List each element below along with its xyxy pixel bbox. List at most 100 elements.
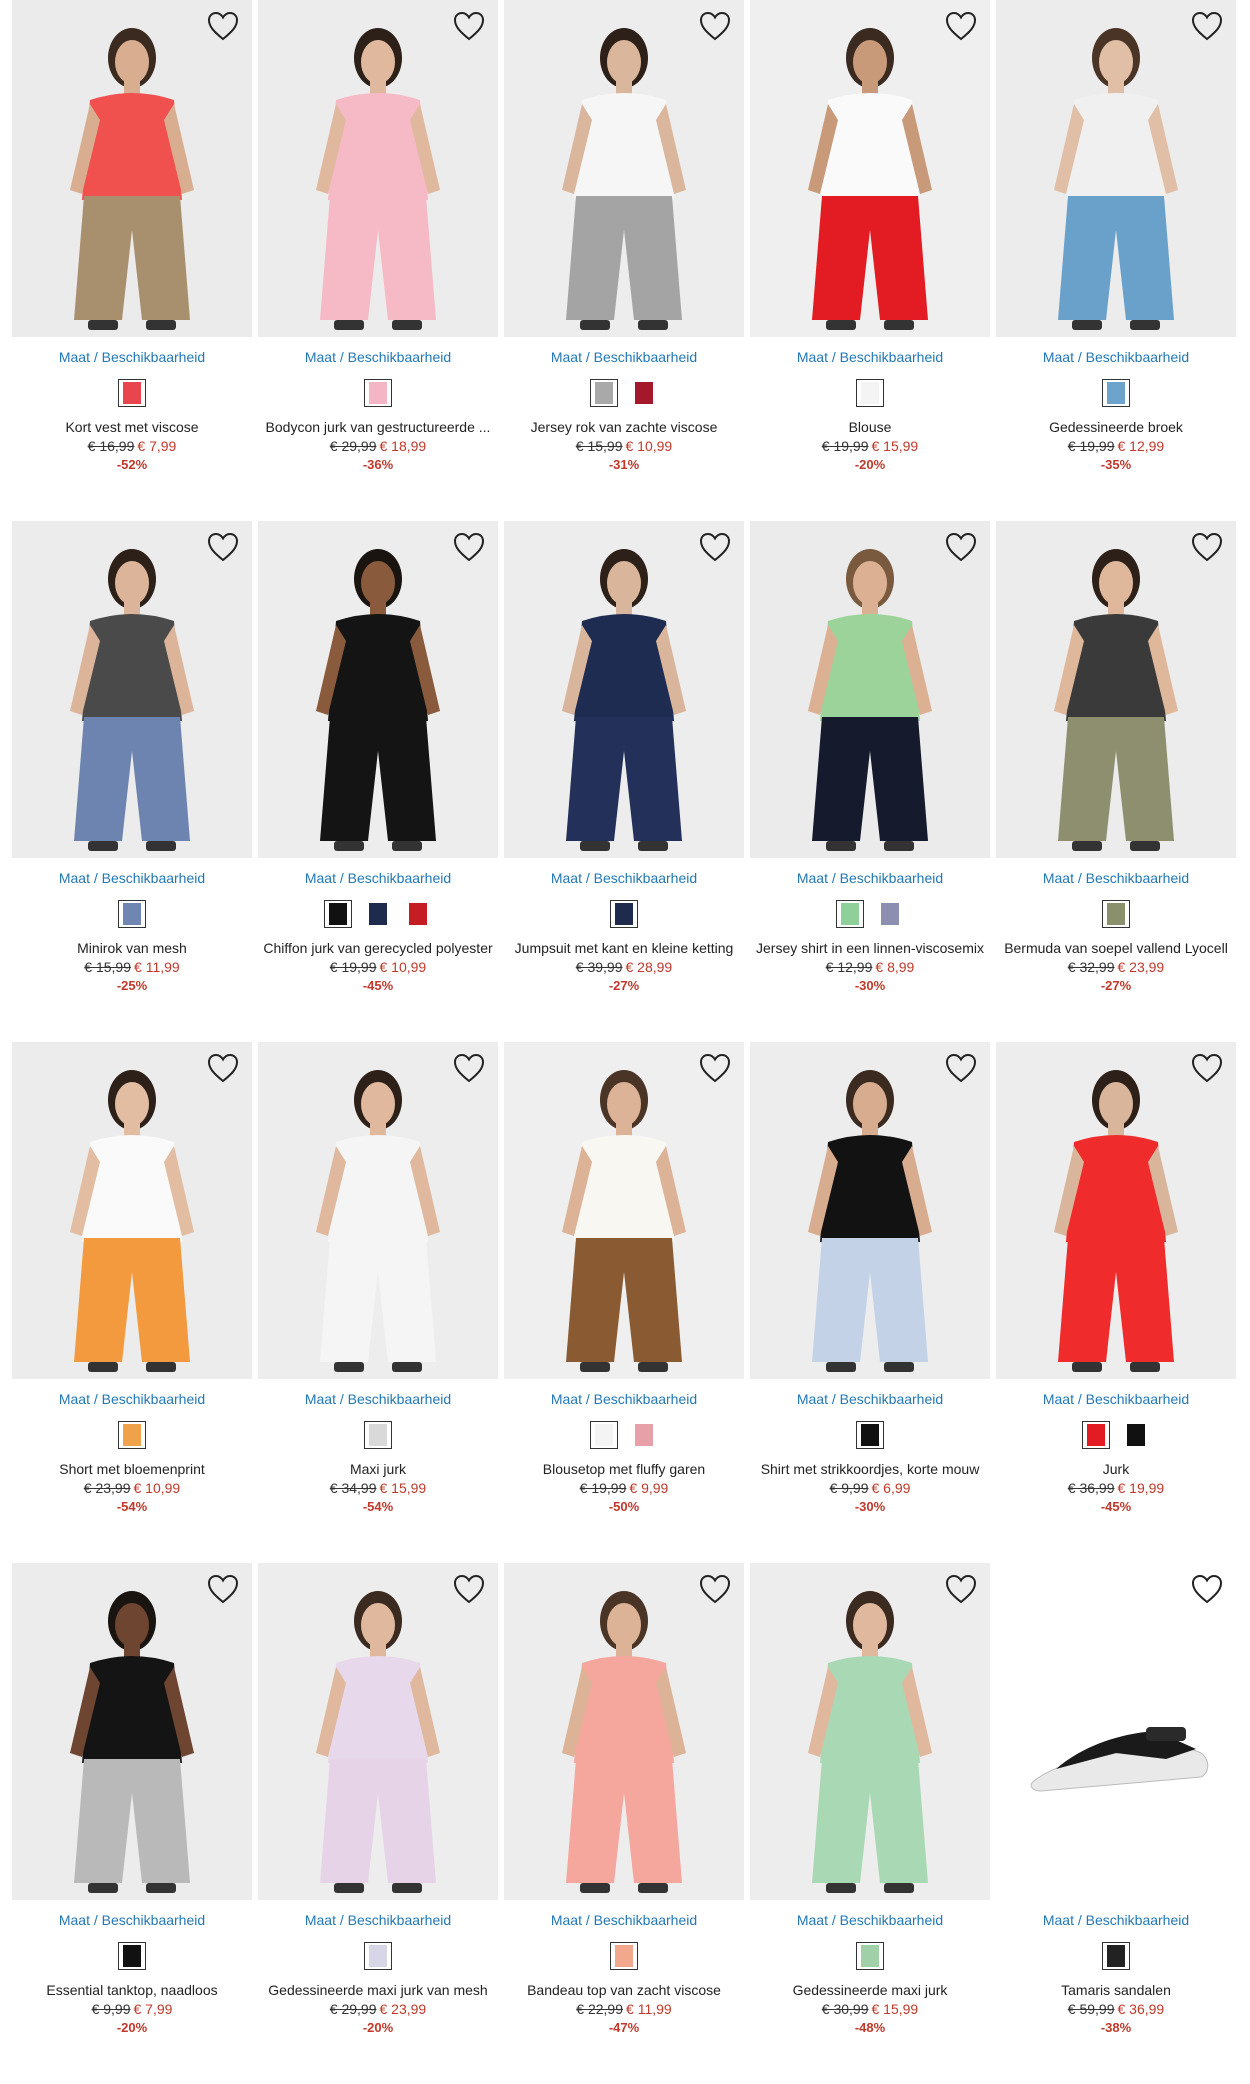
color-swatch[interactable] — [404, 900, 432, 928]
favorite-heart-icon[interactable] — [698, 531, 732, 563]
size-availability-link[interactable]: Maat / Beschikbaarheid — [750, 870, 990, 886]
product-name[interactable]: Blouse — [750, 419, 990, 435]
size-availability-link[interactable]: Maat / Beschikbaarheid — [258, 1912, 498, 1928]
product-name[interactable]: Gedessineerde broek — [996, 419, 1236, 435]
color-swatch[interactable] — [610, 1942, 638, 1970]
favorite-heart-icon[interactable] — [1190, 10, 1224, 42]
color-swatch[interactable] — [364, 1942, 392, 1970]
color-swatch[interactable] — [118, 1942, 146, 1970]
product-card-13[interactable]: Maat / Beschikbaarheid Blousetop met flu… — [504, 1042, 744, 1563]
favorite-heart-icon[interactable] — [452, 1573, 486, 1605]
product-name[interactable]: Bandeau top van zacht viscose — [504, 1982, 744, 1998]
product-image[interactable] — [750, 521, 990, 858]
favorite-heart-icon[interactable] — [206, 531, 240, 563]
size-availability-link[interactable]: Maat / Beschikbaarheid — [504, 870, 744, 886]
favorite-heart-icon[interactable] — [944, 1573, 978, 1605]
product-card-15[interactable]: Maat / Beschikbaarheid Jurk € 36,99 € 19,… — [996, 1042, 1236, 1563]
product-image[interactable] — [504, 1042, 744, 1379]
product-name[interactable]: Blousetop met fluffy garen — [504, 1461, 744, 1477]
color-swatch[interactable] — [364, 379, 392, 407]
color-swatch[interactable] — [856, 1421, 884, 1449]
product-image[interactable] — [258, 0, 498, 337]
color-swatch[interactable] — [876, 900, 904, 928]
size-availability-link[interactable]: Maat / Beschikbaarheid — [750, 1912, 990, 1928]
size-availability-link[interactable]: Maat / Beschikbaarheid — [12, 1912, 252, 1928]
size-availability-link[interactable]: Maat / Beschikbaarheid — [996, 349, 1236, 365]
favorite-heart-icon[interactable] — [1190, 531, 1224, 563]
color-swatch[interactable] — [1102, 1942, 1130, 1970]
product-image[interactable] — [12, 1042, 252, 1379]
color-swatch[interactable] — [118, 1421, 146, 1449]
size-availability-link[interactable]: Maat / Beschikbaarheid — [996, 870, 1236, 886]
product-name[interactable]: Tamaris sandalen — [996, 1982, 1236, 1998]
size-availability-link[interactable]: Maat / Beschikbaarheid — [258, 870, 498, 886]
product-card-11[interactable]: Maat / Beschikbaarheid Short met bloemen… — [12, 1042, 252, 1563]
product-card-10[interactable]: Maat / Beschikbaarheid Bermuda van soepe… — [996, 521, 1236, 1042]
favorite-heart-icon[interactable] — [206, 1573, 240, 1605]
color-swatch[interactable] — [630, 1421, 658, 1449]
product-card-5[interactable]: Maat / Beschikbaarheid Gedessineerde bro… — [996, 0, 1236, 521]
favorite-heart-icon[interactable] — [452, 1052, 486, 1084]
product-image[interactable] — [750, 1042, 990, 1379]
size-availability-link[interactable]: Maat / Beschikbaarheid — [258, 349, 498, 365]
product-card-16[interactable]: Maat / Beschikbaarheid Essential tanktop… — [12, 1563, 252, 2084]
product-name[interactable]: Bermuda van soepel vallend Lyocell — [996, 940, 1236, 956]
product-card-20[interactable]: Maat / Beschikbaarheid Tamaris sandalen … — [996, 1563, 1236, 2084]
product-card-12[interactable]: Maat / Beschikbaarheid Maxi jurk € 34,99… — [258, 1042, 498, 1563]
size-availability-link[interactable]: Maat / Beschikbaarheid — [996, 1912, 1236, 1928]
favorite-heart-icon[interactable] — [1190, 1052, 1224, 1084]
size-availability-link[interactable]: Maat / Beschikbaarheid — [750, 349, 990, 365]
size-availability-link[interactable]: Maat / Beschikbaarheid — [12, 1391, 252, 1407]
size-availability-link[interactable]: Maat / Beschikbaarheid — [504, 1391, 744, 1407]
product-image[interactable] — [12, 1563, 252, 1900]
size-availability-link[interactable]: Maat / Beschikbaarheid — [504, 1912, 744, 1928]
color-swatch[interactable] — [590, 1421, 618, 1449]
product-name[interactable]: Maxi jurk — [258, 1461, 498, 1477]
size-availability-link[interactable]: Maat / Beschikbaarheid — [504, 349, 744, 365]
product-name[interactable]: Jersey rok van zachte viscose — [504, 419, 744, 435]
color-swatch[interactable] — [364, 900, 392, 928]
color-swatch[interactable] — [324, 900, 352, 928]
favorite-heart-icon[interactable] — [944, 531, 978, 563]
product-card-6[interactable]: Maat / Beschikbaarheid Minirok van mesh … — [12, 521, 252, 1042]
product-card-9[interactable]: Maat / Beschikbaarheid Jersey shirt in e… — [750, 521, 990, 1042]
product-name[interactable]: Kort vest met viscose — [12, 419, 252, 435]
favorite-heart-icon[interactable] — [698, 10, 732, 42]
product-image[interactable] — [504, 0, 744, 337]
color-swatch[interactable] — [630, 379, 658, 407]
color-swatch[interactable] — [610, 900, 638, 928]
product-name[interactable]: Short met bloemenprint — [12, 1461, 252, 1477]
product-image[interactable] — [996, 1042, 1236, 1379]
favorite-heart-icon[interactable] — [1190, 1573, 1224, 1605]
size-availability-link[interactable]: Maat / Beschikbaarheid — [996, 1391, 1236, 1407]
product-card-3[interactable]: Maat / Beschikbaarheid Jersey rok van za… — [504, 0, 744, 521]
color-swatch[interactable] — [836, 900, 864, 928]
product-image[interactable] — [258, 1042, 498, 1379]
product-image[interactable] — [258, 521, 498, 858]
product-image[interactable] — [996, 521, 1236, 858]
product-image[interactable] — [12, 521, 252, 858]
product-name[interactable]: Minirok van mesh — [12, 940, 252, 956]
favorite-heart-icon[interactable] — [206, 1052, 240, 1084]
color-swatch[interactable] — [118, 900, 146, 928]
color-swatch[interactable] — [1102, 900, 1130, 928]
favorite-heart-icon[interactable] — [944, 1052, 978, 1084]
color-swatch[interactable] — [1122, 1421, 1150, 1449]
size-availability-link[interactable]: Maat / Beschikbaarheid — [12, 870, 252, 886]
product-name[interactable]: Jersey shirt in een linnen-viscosemix — [750, 940, 990, 956]
color-swatch[interactable] — [1102, 379, 1130, 407]
size-availability-link[interactable]: Maat / Beschikbaarheid — [258, 1391, 498, 1407]
favorite-heart-icon[interactable] — [206, 10, 240, 42]
product-card-7[interactable]: Maat / Beschikbaarheid Chiffon jurk van … — [258, 521, 498, 1042]
product-name[interactable]: Shirt met strikkoordjes, korte mouw — [750, 1461, 990, 1477]
product-name[interactable]: Jumpsuit met kant en kleine ketting — [504, 940, 744, 956]
product-card-8[interactable]: Maat / Beschikbaarheid Jumpsuit met kant… — [504, 521, 744, 1042]
product-image[interactable] — [750, 1563, 990, 1900]
color-swatch[interactable] — [118, 379, 146, 407]
product-name[interactable]: Gedessineerde maxi jurk — [750, 1982, 990, 1998]
product-image[interactable] — [258, 1563, 498, 1900]
favorite-heart-icon[interactable] — [452, 531, 486, 563]
product-card-2[interactable]: Maat / Beschikbaarheid Bodycon jurk van … — [258, 0, 498, 521]
product-name[interactable]: Chiffon jurk van gerecycled polyester — [258, 940, 498, 956]
product-card-17[interactable]: Maat / Beschikbaarheid Gedessineerde max… — [258, 1563, 498, 2084]
